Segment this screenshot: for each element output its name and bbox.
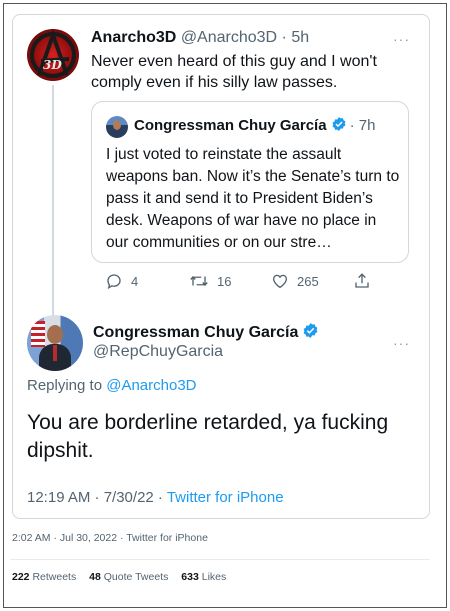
thread-line [52,85,54,317]
like-count: 265 [297,273,319,289]
tweet1-more-icon[interactable]: ··· [393,31,410,47]
tweet1-author-name[interactable]: Anarcho3D [91,29,176,46]
reply-timestamp: 12:19 AM · 7/30/22 · Twitter for iPhone [27,489,284,506]
retweet-button[interactable]: 16 [189,271,231,291]
divider [10,559,430,560]
replying-to: Replying to @Anarcho3D [27,377,197,394]
reply-icon [107,274,121,290]
verified-badge-icon [332,117,346,131]
quote-time: 7h [358,117,376,134]
quote-header: Congressman Chuy García · 7h [134,117,376,134]
anarchy-symbol-icon: 3D [30,29,76,78]
share-button[interactable] [353,271,371,291]
engagement-stats: 222 Retweets 48 Quote Tweets 633 Likes [12,571,236,583]
replying-to-link[interactable]: @Anarcho3D [106,377,196,394]
retweets-stat[interactable]: 222 Retweets [12,571,76,583]
share-icon [355,273,369,288]
reply-text: You are borderline retarded, ya fucking … [27,411,389,462]
reply-author-handle[interactable]: @RepChuyGarcia [93,343,223,361]
reply-source-link[interactable]: Twitter for iPhone [167,489,284,506]
anarcho3d-avatar[interactable]: 3D [27,29,79,81]
quote-author-name: Congressman Chuy García [134,117,327,134]
tweet1-actions: 4 16 265 [91,271,391,291]
reply-author-name[interactable]: Congressman Chuy García [93,322,322,342]
retweet-count: 16 [217,273,232,289]
heart-icon [272,274,288,289]
embedded-screenshot: 3D Anarcho3D @Anarcho3D · 5h ··· Never e… [12,14,430,519]
quoted-tweet[interactable]: Congressman Chuy García · 7h I just voted… [91,101,409,263]
verified-badge-icon [304,323,318,338]
outer-timestamp[interactable]: 2:02 AM · Jul 30, 2022 · Twitter for iPh… [12,532,208,544]
tweet1-author-handle[interactable]: @Anarcho3D [181,29,277,46]
like-button[interactable]: 265 [271,271,319,291]
likes-stat[interactable]: 633 Likes [181,571,226,583]
tweet1-text: Never even heard of this guy and I won't… [91,53,377,91]
reply-button[interactable]: 4 [105,271,138,291]
quote-tweets-stat[interactable]: 48 Quote Tweets [89,571,168,583]
retweet-icon [190,275,208,287]
avatar-3d-text: 3D [43,58,62,72]
tweet1-header: Anarcho3D @Anarcho3D · 5h [91,29,310,46]
rep-chuy-garcia-avatar[interactable] [27,315,83,371]
reply-more-icon[interactable]: ··· [393,335,410,351]
quote-text: I just voted to reinstate the assault we… [106,146,400,251]
quote-avatar [106,116,128,138]
reply-count: 4 [131,273,139,289]
tweet1-time[interactable]: 5h [291,29,309,46]
